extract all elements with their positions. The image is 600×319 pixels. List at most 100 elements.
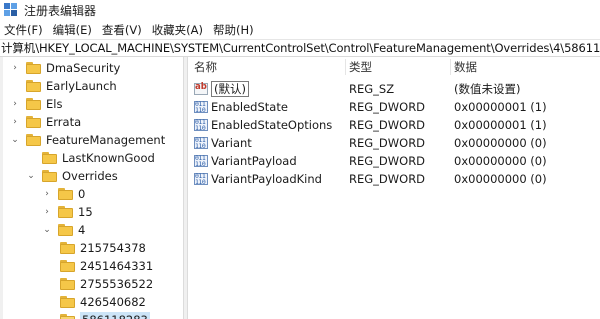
value-data: 0x00000000 (0)	[454, 136, 547, 150]
folder-icon	[58, 224, 73, 236]
address-path[interactable]: 计算机\HKEY_LOCAL_MACHINE\SYSTEM\CurrentCon…	[0, 40, 600, 56]
binary-value-icon	[194, 136, 208, 150]
binary-value-icon	[194, 118, 208, 132]
tree-node-label: 4	[78, 223, 86, 237]
value-name: EnabledStateOptions	[211, 118, 333, 132]
binary-value-icon	[194, 172, 208, 186]
folder-icon	[60, 278, 75, 290]
window-title: 注册表编辑器	[24, 3, 97, 18]
column-divider[interactable]	[450, 59, 451, 75]
tree-node-15[interactable]: › 15	[42, 203, 182, 221]
value-data: 0x00000000 (0)	[454, 172, 547, 186]
expand-arrow-icon[interactable]	[26, 149, 36, 167]
tree-node-label: DmaSecurity	[46, 61, 121, 75]
tree-node-label: 2755536522	[80, 277, 154, 291]
folder-icon	[42, 170, 57, 182]
value-list[interactable]: 名称 类型 数据 (默认) REG_SZ (数值未设置) EnabledStat…	[188, 57, 600, 319]
string-value-icon	[194, 82, 208, 95]
folder-icon	[42, 152, 57, 164]
tree-node-label: Errata	[46, 115, 82, 129]
tree-node-label: 586118283	[80, 312, 150, 319]
value-name: EnabledState	[211, 100, 288, 114]
tree-node-overrides[interactable]: ⌄ Overrides	[26, 167, 181, 185]
value-row-default[interactable]: (默认) REG_SZ (数值未设置)	[188, 80, 600, 98]
tree-node-2755536522[interactable]: 2755536522	[60, 275, 182, 293]
tree-node-586118283[interactable]: 586118283	[60, 311, 182, 319]
collapse-arrow-icon[interactable]: ⌄	[26, 167, 36, 185]
value-name: Variant	[211, 136, 252, 150]
title-bar: 注册表编辑器	[0, 0, 600, 20]
folder-icon	[26, 62, 41, 74]
expand-arrow-icon[interactable]	[10, 77, 20, 95]
tree-node-215754378[interactable]: 215754378	[60, 239, 182, 257]
expand-arrow-icon[interactable]: ›	[10, 113, 20, 131]
tree-node-label: Els	[46, 97, 63, 111]
menu-file[interactable]: 文件(F)	[0, 22, 49, 38]
column-divider[interactable]	[345, 59, 346, 75]
menu-view[interactable]: 查看(V)	[98, 22, 148, 38]
tree-node-label: LastKnownGood	[62, 151, 155, 165]
tree-node-errata[interactable]: › Errata	[10, 113, 180, 131]
column-header-data[interactable]: 数据	[454, 57, 594, 77]
tree-node-featuremanagement[interactable]: ⌄ FeatureManagement	[10, 131, 180, 149]
tree-node-0[interactable]: › 0	[42, 185, 182, 203]
value-row-variantpayload[interactable]: VariantPayload REG_DWORD 0x00000000 (0)	[188, 152, 600, 170]
folder-icon	[26, 80, 41, 92]
tree-node-label: 215754378	[80, 241, 146, 255]
value-name: VariantPayloadKind	[211, 172, 322, 186]
tree-node-earlylaunch[interactable]: EarlyLaunch	[10, 77, 180, 95]
folder-icon	[26, 98, 41, 110]
tree-node-426540682[interactable]: 426540682	[60, 293, 182, 311]
value-data: 0x00000001 (1)	[454, 118, 547, 132]
menu-edit[interactable]: 编辑(E)	[49, 22, 98, 38]
menu-favorites[interactable]: 收藏夹(A)	[148, 22, 209, 38]
value-type: REG_DWORD	[349, 172, 426, 186]
binary-value-icon	[194, 100, 208, 114]
tree-node-label: 15	[78, 205, 93, 219]
value-row-enabledstate[interactable]: EnabledState REG_DWORD 0x00000001 (1)	[188, 98, 600, 116]
address-bar[interactable]: 计算机\HKEY_LOCAL_MACHINE\SYSTEM\CurrentCon…	[0, 39, 600, 57]
value-name: VariantPayload	[211, 154, 297, 168]
folder-icon	[60, 242, 75, 254]
tree-node-label: EarlyLaunch	[46, 79, 117, 93]
collapse-arrow-icon[interactable]: ⌄	[42, 221, 52, 239]
value-row-enabledstateoptions[interactable]: EnabledStateOptions REG_DWORD 0x00000001…	[188, 116, 600, 134]
binary-value-icon	[194, 154, 208, 168]
value-row-variantpayloadkind[interactable]: VariantPayloadKind REG_DWORD 0x00000000 …	[188, 170, 600, 188]
tree-node-4[interactable]: ⌄ 4	[42, 221, 182, 239]
folder-icon	[60, 260, 75, 272]
value-name: (默认)	[211, 81, 249, 97]
tree-scrollbar[interactable]	[0, 57, 3, 319]
tree-node-lastknowngood[interactable]: LastKnownGood	[26, 149, 181, 167]
menu-help[interactable]: 帮助(H)	[209, 22, 260, 38]
expand-arrow-icon[interactable]: ›	[42, 203, 52, 221]
expand-arrow-icon[interactable]: ›	[42, 185, 52, 203]
tree-node-dmasecurity[interactable]: › DmaSecurity	[10, 59, 180, 77]
tree-node-label: 0	[78, 187, 86, 201]
value-type: REG_DWORD	[349, 118, 426, 132]
value-row-variant[interactable]: Variant REG_DWORD 0x00000000 (0)	[188, 134, 600, 152]
folder-icon	[58, 206, 73, 218]
column-header-type[interactable]: 类型	[349, 57, 449, 77]
column-header-name[interactable]: 名称	[194, 57, 344, 77]
collapse-arrow-icon[interactable]: ⌄	[10, 131, 20, 149]
tree-node-2451464331[interactable]: 2451464331	[60, 257, 182, 275]
value-type: REG_SZ	[349, 82, 395, 96]
tree-node-els[interactable]: › Els	[10, 95, 180, 113]
tree-node-label: 2451464331	[80, 259, 154, 273]
value-type: REG_DWORD	[349, 136, 426, 150]
registry-editor-icon	[4, 3, 18, 17]
expand-arrow-icon[interactable]: ›	[10, 59, 20, 77]
value-data: 0x00000000 (0)	[454, 154, 547, 168]
folder-icon	[58, 188, 73, 200]
folder-icon	[26, 134, 41, 146]
value-type: REG_DWORD	[349, 100, 426, 114]
folder-icon	[60, 296, 75, 308]
value-data: 0x00000001 (1)	[454, 100, 547, 114]
tree-node-label: Overrides	[62, 169, 118, 183]
tree-node-label: 426540682	[80, 295, 146, 309]
value-type: REG_DWORD	[349, 154, 426, 168]
key-tree[interactable]: › DmaSecurity EarlyLaunch › Els › Errata…	[0, 57, 183, 319]
expand-arrow-icon[interactable]: ›	[10, 95, 20, 113]
folder-icon	[60, 314, 75, 319]
